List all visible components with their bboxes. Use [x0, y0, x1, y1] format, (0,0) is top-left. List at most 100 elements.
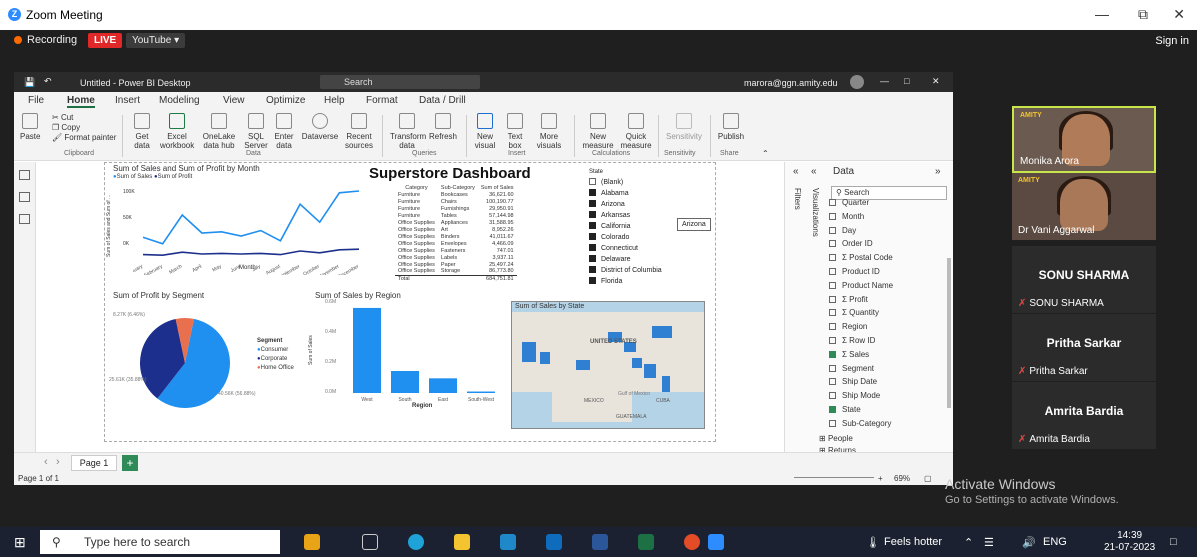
- add-page-button[interactable]: +: [122, 455, 138, 471]
- col-subcategory[interactable]: Sub-Category: [438, 184, 478, 191]
- field-item[interactable]: Region: [829, 322, 867, 334]
- field-item[interactable]: Quarter: [829, 198, 869, 210]
- tab-page-1[interactable]: Page 1: [71, 455, 117, 471]
- pie-chart[interactable]: [135, 313, 235, 413]
- map-state[interactable]: [522, 342, 536, 362]
- excel-icon[interactable]: [638, 534, 654, 550]
- tab-insert[interactable]: Insert: [115, 95, 140, 106]
- model-view-icon[interactable]: [19, 214, 30, 224]
- participant-tile-sonu[interactable]: SONU SHARMA ✗ SONU SHARMA: [1012, 246, 1156, 313]
- map-state[interactable]: [662, 376, 670, 392]
- onelake-button[interactable]: OneLake data hub: [198, 113, 240, 150]
- notification-icon[interactable]: □: [1170, 536, 1177, 548]
- field-item[interactable]: Day: [829, 226, 856, 238]
- more-visuals-button[interactable]: More visuals: [532, 113, 566, 150]
- slicer-item[interactable]: Delaware: [587, 254, 707, 265]
- fit-page-icon[interactable]: ▢: [924, 474, 932, 483]
- taskbar-app-icon[interactable]: [304, 534, 320, 550]
- field-checkbox[interactable]: [829, 323, 836, 331]
- tab-optimize[interactable]: Optimize: [266, 95, 305, 106]
- save-icon[interactable]: 💾: [24, 77, 35, 88]
- table-row[interactable]: Office Supplies Fasteners 747.01: [395, 247, 517, 254]
- language-indicator[interactable]: ENG: [1043, 536, 1067, 548]
- col-category[interactable]: Category: [395, 184, 438, 191]
- mail-icon[interactable]: [546, 534, 562, 550]
- slicer-item[interactable]: (Blank): [587, 177, 707, 188]
- table-row[interactable]: Furniture Chairs 100,190.77: [395, 198, 517, 205]
- table-row[interactable]: Furniture Bookcases 36,621.60: [395, 191, 517, 198]
- participant-tile-amrita[interactable]: Amrita Bardia ✗ Amrita Bardia: [1012, 382, 1156, 449]
- word-icon[interactable]: [592, 534, 608, 550]
- zoom-plus-icon[interactable]: +: [878, 474, 883, 483]
- tray-chevron-icon[interactable]: ⌃: [964, 536, 973, 549]
- table-row[interactable]: Furniture Tables 57,144.98: [395, 212, 517, 219]
- field-checkbox[interactable]: [829, 212, 836, 220]
- table-row[interactable]: Office Supplies Envelopes 4,466.09: [395, 240, 517, 247]
- series-line-sales[interactable]: [142, 190, 360, 245]
- tab-data-drill[interactable]: Data / Drill: [419, 95, 466, 106]
- field-checkbox[interactable]: [829, 378, 836, 386]
- youtube-button[interactable]: YouTube ▾: [126, 33, 186, 48]
- bar-south[interactable]: [391, 371, 419, 393]
- quick-measure-button[interactable]: Quick measure: [618, 113, 654, 150]
- field-checkbox[interactable]: [829, 364, 836, 372]
- field-item[interactable]: Sub-Category: [829, 419, 891, 431]
- publish-button[interactable]: Publish: [716, 113, 746, 141]
- edge-icon[interactable]: [408, 534, 424, 550]
- visualizations-pane-tab[interactable]: Visualizations: [811, 188, 820, 237]
- sql-server-button[interactable]: SQL Server: [244, 113, 268, 150]
- field-checkbox[interactable]: [829, 199, 836, 206]
- field-item[interactable]: Σ Profit: [829, 295, 868, 307]
- scrollbar[interactable]: [947, 258, 951, 408]
- file-explorer-icon[interactable]: [454, 534, 470, 550]
- enter-data-button[interactable]: Enter data: [272, 113, 296, 150]
- sign-in-link[interactable]: Sign in: [1155, 35, 1189, 47]
- field-item[interactable]: Σ Postal Code: [829, 253, 893, 265]
- collapse-visualizations-icon[interactable]: «: [811, 166, 817, 177]
- field-checkbox[interactable]: [829, 406, 836, 413]
- weather-text[interactable]: Feels hotter: [884, 536, 942, 548]
- collapse-filters-icon[interactable]: «: [793, 166, 799, 177]
- field-checkbox[interactable]: [829, 254, 836, 262]
- store-icon[interactable]: [500, 534, 516, 550]
- transform-data-button[interactable]: Transform data: [390, 113, 426, 150]
- weather-icon[interactable]: 🌡: [866, 536, 880, 549]
- field-item[interactable]: Product ID: [829, 267, 880, 279]
- recording-indicator[interactable]: Recording: [14, 34, 77, 46]
- collapse-ribbon-icon[interactable]: ⌃: [762, 149, 769, 158]
- prev-page-icon[interactable]: ‹: [44, 456, 48, 468]
- refresh-button[interactable]: Refresh: [426, 113, 460, 141]
- copy-button[interactable]: ❐ Copy: [52, 123, 116, 133]
- windows-start-icon[interactable]: ⊞: [14, 534, 26, 551]
- field-item[interactable]: Segment: [829, 364, 874, 376]
- restore-icon[interactable]: ⧉: [1138, 6, 1148, 23]
- get-data-button[interactable]: Get data: [128, 113, 156, 150]
- tab-format[interactable]: Format: [366, 95, 398, 106]
- tab-view[interactable]: View: [223, 95, 245, 106]
- cut-button[interactable]: ✂ Cut: [52, 113, 116, 123]
- map-state[interactable]: [632, 358, 642, 368]
- field-item[interactable]: Ship Date: [829, 377, 877, 389]
- minimize-icon[interactable]: —: [880, 76, 889, 86]
- close-icon[interactable]: ✕: [1173, 6, 1185, 23]
- map-state[interactable]: [652, 326, 672, 338]
- field-checkbox[interactable]: [829, 337, 836, 344]
- field-item[interactable]: Order ID: [829, 239, 873, 251]
- taskbar-search[interactable]: ⚲ Type here to search: [40, 530, 280, 554]
- task-view-icon[interactable]: [362, 534, 378, 550]
- tab-help[interactable]: Help: [324, 95, 345, 106]
- participant-video-vani[interactable]: AMITY Dr Vani Aggarwal: [1012, 173, 1156, 240]
- tab-home[interactable]: Home: [67, 95, 95, 108]
- volume-icon[interactable]: 🔊: [1022, 536, 1036, 549]
- field-item[interactable]: Σ Quantity: [829, 308, 879, 320]
- next-page-icon[interactable]: ›: [56, 456, 60, 468]
- report-view-icon[interactable]: [19, 170, 30, 180]
- field-checkbox[interactable]: [829, 295, 836, 303]
- slicer-item[interactable]: Alabama: [587, 188, 707, 199]
- undo-icon[interactable]: ↶: [44, 76, 52, 87]
- avatar[interactable]: [850, 75, 864, 89]
- new-measure-button[interactable]: New measure: [580, 113, 616, 150]
- state-map[interactable]: Sum of Sales by State UNITED STATES MEXI…: [511, 301, 705, 429]
- bar-south-west[interactable]: [467, 391, 495, 393]
- bar-chart[interactable]: West South East South-West: [345, 303, 505, 403]
